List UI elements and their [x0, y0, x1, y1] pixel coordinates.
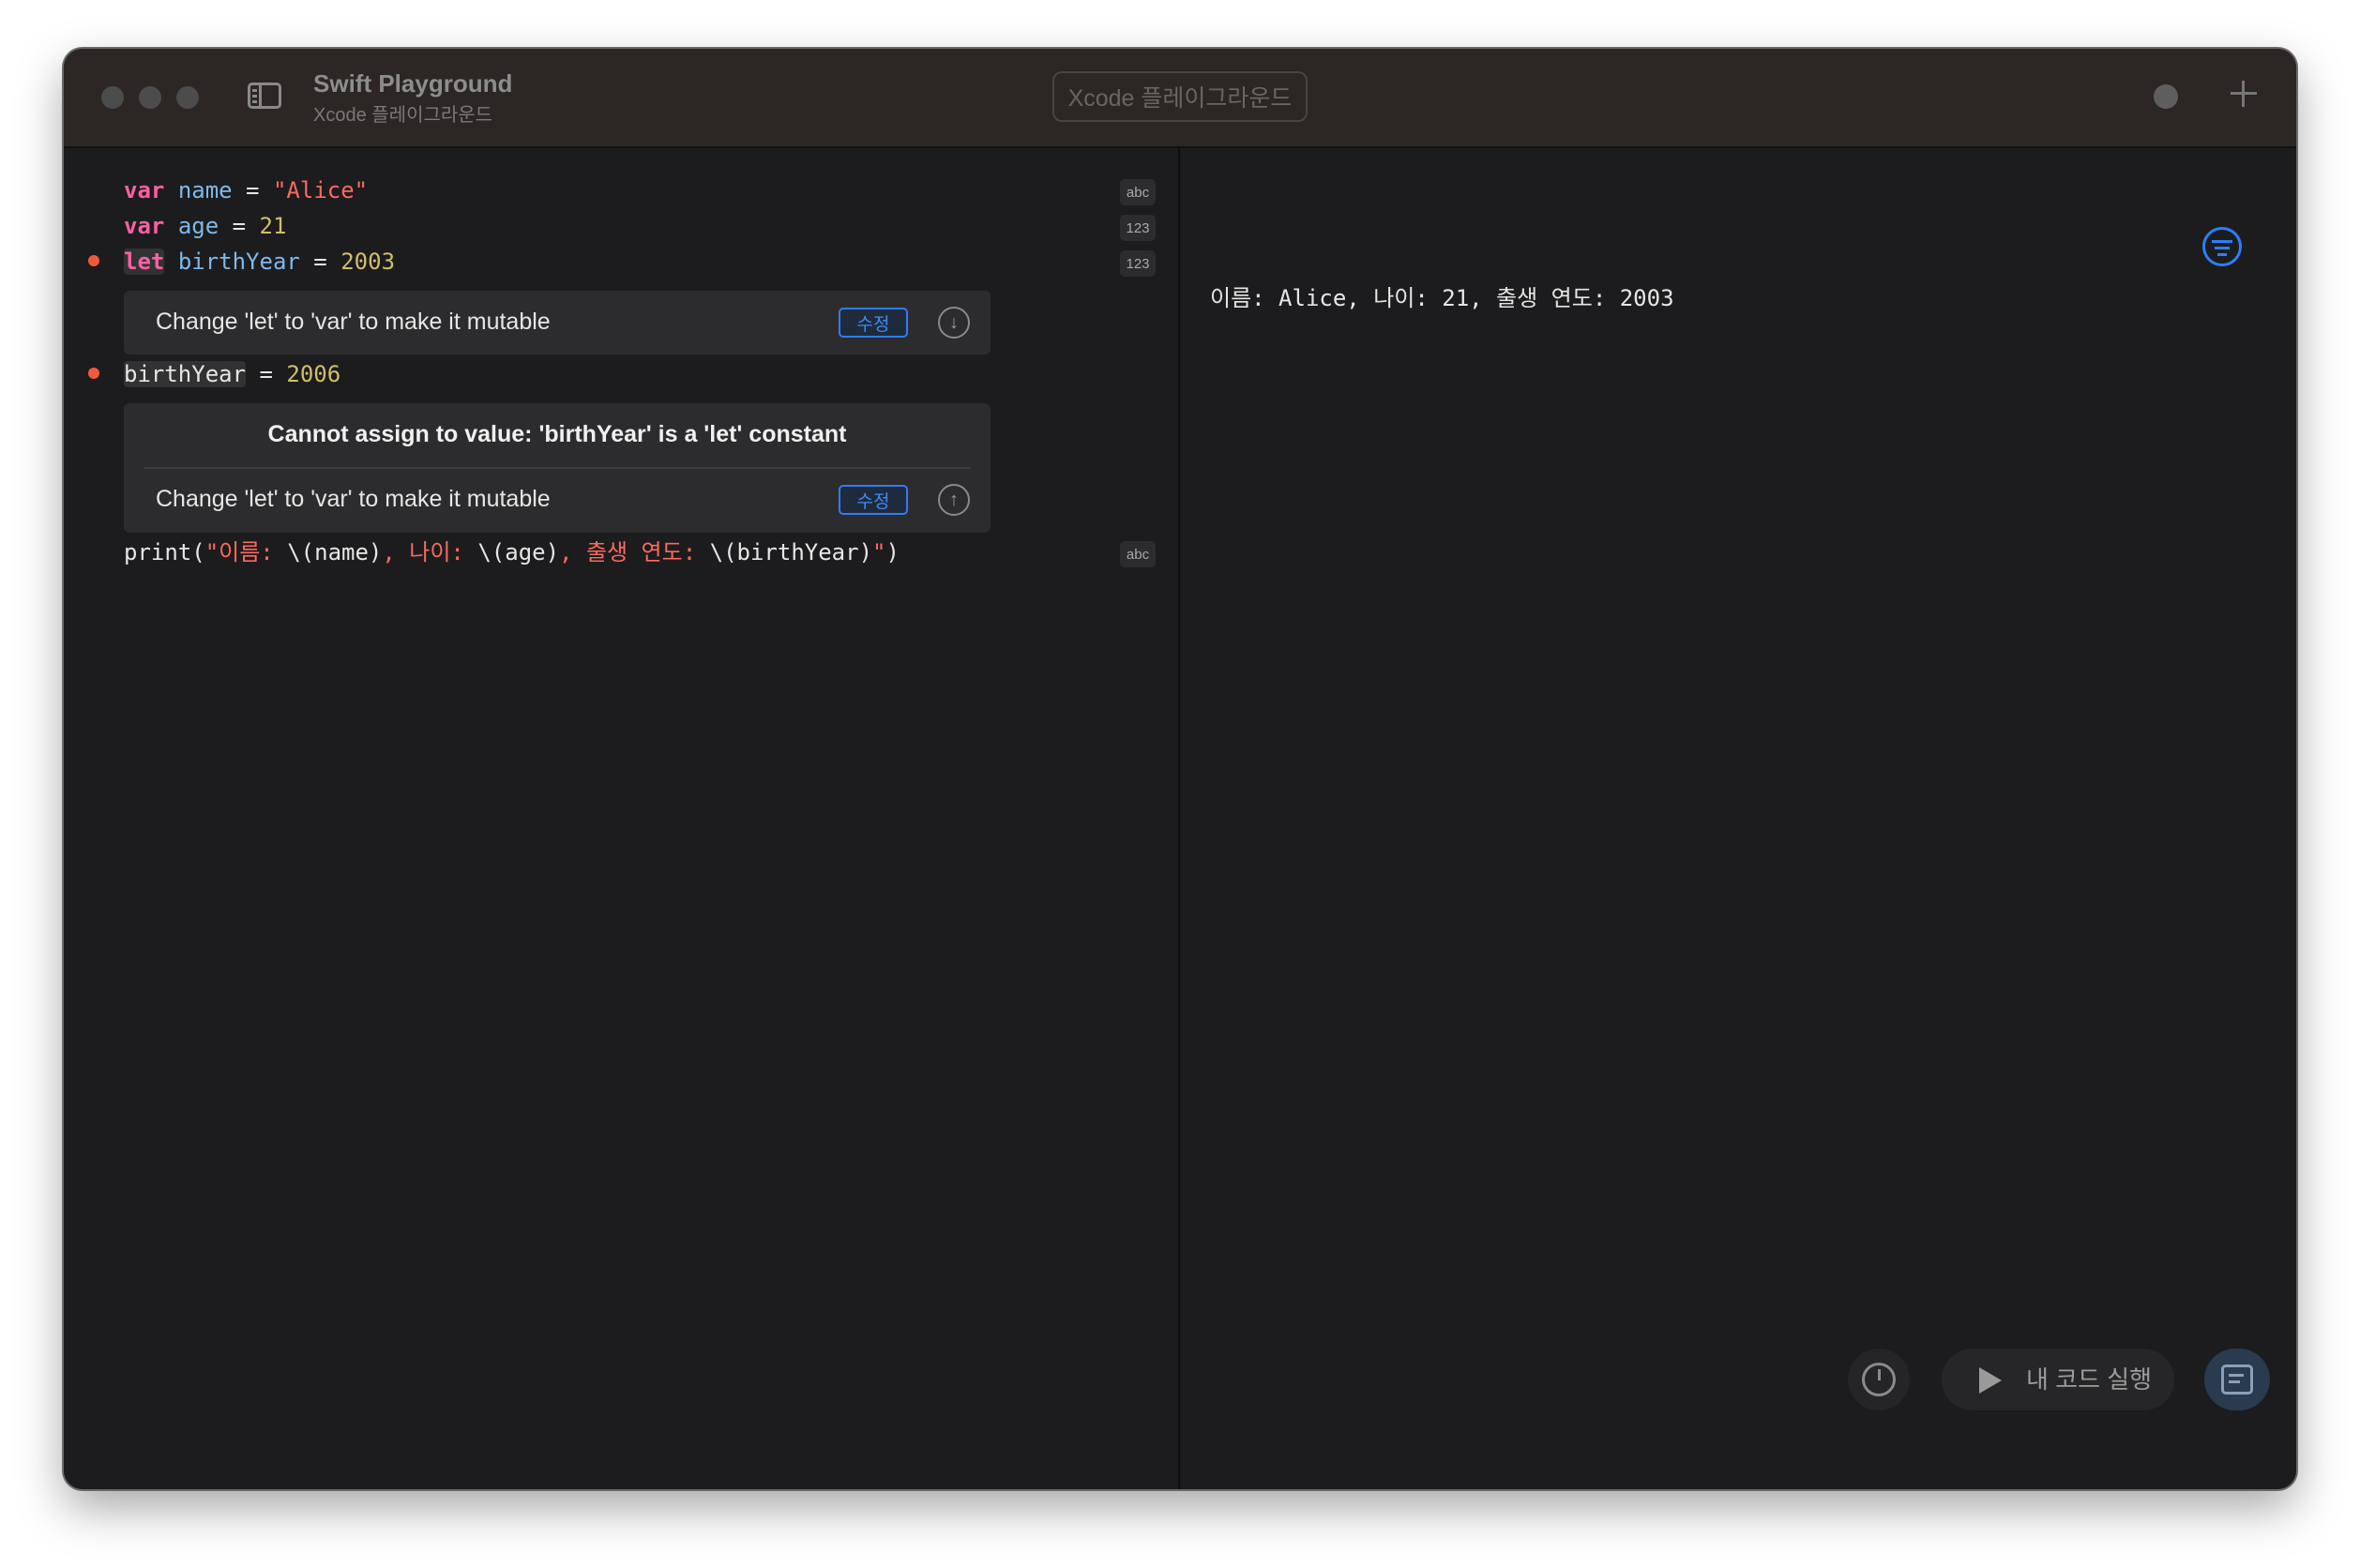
sidebar-toggle-icon[interactable] — [248, 83, 281, 109]
result-badge[interactable]: abc — [1120, 179, 1156, 205]
keyword: var — [124, 213, 165, 239]
error-indicator-icon[interactable] — [88, 368, 99, 379]
run-code-button[interactable]: 내 코드 실행 — [1942, 1349, 2174, 1410]
fixit-text: Change 'let' to 'var' to make it mutable — [156, 309, 551, 335]
plus-icon[interactable] — [2229, 79, 2259, 109]
title-bar: Swift Playground Xcode 플레이그라운드 Xcode 플레이… — [64, 49, 2296, 148]
console-toggle-button[interactable] — [2204, 1349, 2270, 1410]
app-subtitle: Xcode 플레이그라운드 — [313, 105, 493, 126]
identifier: birthYear — [177, 249, 300, 275]
code-line-5[interactable]: print("이름: \(name), 나이: \(age), 출생 연도: \… — [124, 536, 900, 568]
fixit-panel: Change 'let' to 'var' to make it mutable… — [124, 291, 991, 354]
code-line-3[interactable]: let birthYear = 2003 — [124, 246, 395, 278]
filter-icon[interactable] — [2202, 227, 2242, 266]
string-literal: , 나이: — [382, 539, 478, 565]
identifier: name — [177, 177, 233, 204]
keyword: var — [124, 177, 165, 204]
interpolation: \(age) — [477, 539, 560, 565]
timer-icon — [1862, 1363, 1896, 1396]
fixit-text: Change 'let' to 'var' to make it mutable — [156, 486, 551, 512]
operator: = — [219, 213, 260, 239]
zoom-window-button[interactable] — [176, 86, 199, 109]
number-literal: 21 — [259, 213, 287, 239]
error-panel: Cannot assign to value: 'birthYear' is a… — [124, 403, 991, 533]
identifier: age — [177, 213, 219, 239]
keyword: let — [124, 249, 165, 275]
run-code-label: 내 코드 실행 — [2026, 1365, 2153, 1394]
code-editor[interactable]: var name = "Alice" abc var age = 21 123 … — [64, 148, 1178, 1489]
code-line-4[interactable]: birthYear = 2006 — [124, 358, 340, 390]
code-token: ) — [885, 539, 900, 565]
title-search-field[interactable]: Xcode 플레이그라운드 — [1052, 71, 1308, 122]
code-line-2[interactable]: var age = 21 — [124, 210, 286, 242]
operator: = — [246, 361, 287, 387]
minimize-window-button[interactable] — [139, 86, 161, 109]
console-icon — [2221, 1364, 2253, 1395]
error-message: Cannot assign to value: 'birthYear' is a… — [267, 421, 847, 447]
fix-button[interactable]: 수정 — [839, 308, 908, 338]
console-output: 이름: Alice, 나이: 21, 출생 연도: 2003 — [1210, 285, 1674, 311]
arrow-up-icon[interactable]: ↑ — [938, 484, 970, 516]
string-literal: , 출생 연도: — [559, 539, 710, 565]
interpolation: \(birthYear) — [709, 539, 873, 565]
code-token: print( — [124, 539, 205, 565]
results-pane: 이름: Alice, 나이: 21, 출생 연도: 2003 — [1180, 148, 2296, 1489]
number-literal: 2006 — [286, 361, 341, 387]
string-literal: "Alice" — [272, 177, 369, 204]
interpolation: \(name) — [287, 539, 383, 565]
string-literal: " — [872, 539, 886, 565]
divider — [144, 467, 970, 469]
timer-button[interactable] — [1848, 1349, 1910, 1410]
arrow-down-icon[interactable]: ↓ — [938, 307, 970, 339]
result-badge[interactable]: 123 — [1120, 250, 1156, 277]
record-icon[interactable] — [2154, 84, 2178, 109]
error-indicator-icon[interactable] — [88, 255, 99, 266]
string-literal: "이름: — [204, 539, 288, 565]
result-badge[interactable]: 123 — [1120, 215, 1156, 241]
app-title: Swift Playground — [313, 69, 513, 98]
identifier: birthYear — [124, 361, 247, 387]
result-badge[interactable]: abc — [1120, 541, 1156, 567]
number-literal: 2003 — [340, 249, 396, 275]
operator: = — [232, 177, 273, 204]
operator: = — [299, 249, 341, 275]
playground-window: Swift Playground Xcode 플레이그라운드 Xcode 플레이… — [64, 49, 2296, 1489]
close-window-button[interactable] — [101, 86, 124, 109]
fix-button[interactable]: 수정 — [839, 485, 908, 515]
code-line-1[interactable]: var name = "Alice" — [124, 174, 368, 206]
play-icon — [1979, 1367, 2002, 1394]
